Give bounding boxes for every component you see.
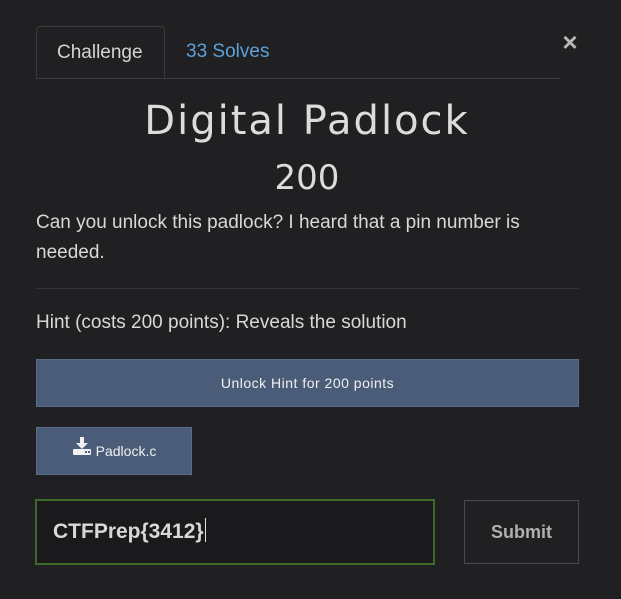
submit-button[interactable]: Submit xyxy=(464,500,579,564)
download-icon xyxy=(72,427,92,473)
flag-input[interactable]: CTFPrep{3412} xyxy=(35,499,435,565)
unlock-hint-button[interactable]: Unlock Hint for 200 points xyxy=(36,359,579,407)
hint-text: Hint (costs 200 points): Reveals the sol… xyxy=(36,312,407,333)
challenge-title: Digital Padlock xyxy=(144,98,470,144)
challenge-points: 200 xyxy=(274,158,340,198)
tab-bar: Challenge 33 Solves xyxy=(36,26,561,79)
text-caret xyxy=(204,518,206,543)
divider xyxy=(36,288,579,289)
close-icon[interactable]: × xyxy=(558,28,582,56)
download-file-button[interactable]: Padlock.c xyxy=(36,427,192,475)
tab-challenge[interactable]: Challenge xyxy=(36,26,165,78)
challenge-modal: Challenge 33 Solves × Digital Padlock 20… xyxy=(0,0,621,599)
challenge-description: Can you unlock this padlock? I heard tha… xyxy=(36,212,520,263)
flag-input-value: CTFPrep{3412} xyxy=(53,520,204,543)
tab-solves[interactable]: 33 Solves xyxy=(166,26,289,77)
file-name: Padlock.c xyxy=(95,443,157,459)
